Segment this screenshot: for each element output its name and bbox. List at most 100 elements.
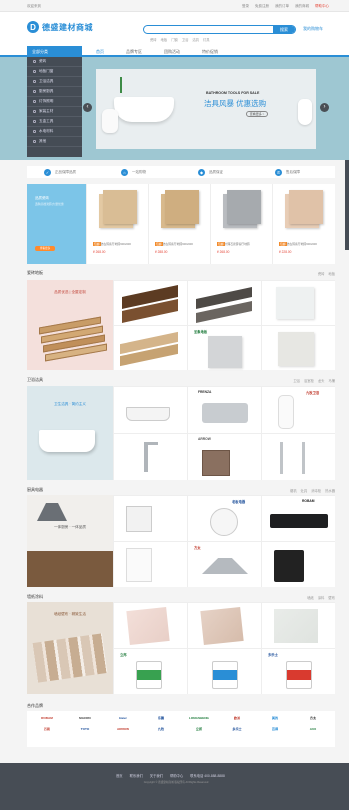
section-link[interactable]: 壁布 [328, 595, 335, 600]
brand-logo[interactable]: TOTO [65, 724, 105, 733]
top-link[interactable]: 我的订单 [275, 4, 289, 9]
nav-link[interactable]: 品牌专区 [126, 49, 142, 55]
promo-card[interactable]: 品质瓷砖 选购高档瓷砖|大量优惠 查看更多 [27, 184, 86, 264]
sidebar-item[interactable]: 瓷砖 [27, 57, 82, 67]
footer-link[interactable]: 帮助中心 [170, 773, 183, 778]
product-cell[interactable] [113, 325, 187, 370]
section-link[interactable]: 涂料 [318, 595, 325, 600]
sidebar-item[interactable]: 家装主材 [27, 107, 82, 117]
section-hero[interactable]: 墙纸壁布 · 精致生活 [27, 602, 113, 694]
product-cell[interactable] [261, 325, 335, 370]
footer-link[interactable]: 联系电话 400-888-8888 [190, 773, 225, 778]
product-cell[interactable] [187, 602, 261, 648]
section-link[interactable]: 地板 [328, 271, 335, 276]
sidebar-item[interactable]: 灯饰照明 [27, 97, 82, 107]
sidebar-item[interactable]: 水电材料 [27, 127, 82, 137]
product-cell[interactable] [187, 280, 261, 325]
top-link[interactable]: 登录 [242, 4, 249, 9]
hot-keyword[interactable]: 洁具 [192, 37, 199, 42]
prev-arrow-icon[interactable]: ‹ [83, 103, 92, 112]
top-link[interactable]: 免费注册 [255, 4, 269, 9]
search-input[interactable]: 搜索 [143, 25, 296, 34]
nav-link[interactable]: 团购活动 [164, 49, 180, 55]
brand-logo[interactable]: ROBAM [27, 713, 67, 722]
product-cell[interactable] [187, 648, 261, 694]
product-cell[interactable] [113, 433, 187, 480]
section-hero[interactable]: 品质优选 | 全屋定制 [27, 280, 113, 370]
brand-logo[interactable]: LONGSHENG [179, 713, 219, 722]
top-link[interactable]: 帮助中心 [315, 4, 329, 9]
banner-button[interactable]: 查看更多 > [246, 111, 268, 117]
section-link[interactable]: 热水器 [325, 488, 335, 493]
hot-keyword[interactable]: 灯具 [203, 37, 210, 42]
brand-logo[interactable]: 立邦 [179, 724, 219, 733]
section-link[interactable]: 马桶 [328, 378, 335, 383]
brand-logo[interactable]: AUX [293, 724, 333, 733]
section-link[interactable]: 墙纸 [307, 595, 314, 600]
product-cell[interactable]: ROBAM [261, 495, 335, 541]
sidebar-item[interactable]: 其他 [27, 137, 82, 147]
brand-logo[interactable]: 多乐士 [217, 724, 257, 733]
sidebar-item[interactable]: 地板门窗 [27, 67, 82, 77]
brand-logo[interactable]: 方太 [293, 713, 333, 722]
section-hero[interactable]: 卫生洁具 · 简约主义 [27, 386, 113, 480]
sidebar-item[interactable]: 五金工具 [27, 117, 82, 127]
brand-logo[interactable]: 欧派 [217, 713, 257, 722]
brand-logo[interactable]: ARROW [103, 724, 143, 733]
product-cell[interactable] [113, 541, 187, 587]
section-link[interactable]: 消毒柜 [311, 488, 321, 493]
hot-keyword[interactable]: 卫浴 [182, 37, 189, 42]
hot-keyword[interactable]: 地板 [161, 37, 168, 42]
product-cell[interactable]: FRENZA [187, 386, 261, 433]
section-hero[interactable]: 一体厨房 · 一体品质 [27, 495, 113, 587]
product-cell[interactable]: 老板电器 [187, 495, 261, 541]
search-button[interactable]: 搜索 [273, 26, 295, 33]
product-card[interactable]: 包邮大理石瓷砖客厅地砖 ¥ 268.00 [210, 184, 270, 264]
product-card[interactable]: 包邮仿古砖客厅地砖600x600 ¥ 228.00 [272, 184, 335, 264]
category-button[interactable]: 全部分类 [27, 46, 82, 57]
product-cell[interactable] [261, 602, 335, 648]
footer-link[interactable]: 关于我们 [150, 773, 163, 778]
product-cell[interactable] [113, 602, 187, 648]
section-link[interactable]: 卫浴 [293, 378, 300, 383]
product-cell[interactable]: 九牧卫浴 [261, 386, 335, 433]
product-cell[interactable]: 多乐士 [261, 648, 335, 694]
section-link[interactable]: 烟机 [290, 488, 297, 493]
product-cell[interactable]: 方太 [187, 541, 261, 587]
logo[interactable]: D 德盛建材商城 [27, 21, 93, 33]
product-cell[interactable] [113, 280, 187, 325]
brand-logo[interactable]: 美的 [255, 713, 295, 722]
product-cell[interactable]: 立邦 [113, 648, 187, 694]
product-card[interactable]: 包邮仿古砖客厅地砖600x600 ¥ 268.00 [86, 184, 146, 264]
footer-link[interactable]: 联系我们 [130, 773, 143, 778]
product-cell[interactable]: 圣象地板 [187, 325, 261, 370]
brand-logo[interactable]: 百得 [255, 724, 295, 733]
product-cell[interactable] [113, 386, 187, 433]
section-link[interactable]: 龙头 [318, 378, 325, 383]
hot-keyword[interactable]: 门窗 [171, 37, 178, 42]
brand-logo[interactable]: Haier [103, 713, 143, 722]
product-card[interactable]: 包邮仿古砖客厅地砖600x600 ¥ 288.00 [148, 184, 208, 264]
footer-link[interactable]: 首页 [116, 773, 123, 778]
sidebar-item[interactable]: 卫浴洁具 [27, 77, 82, 87]
next-arrow-icon[interactable]: › [320, 103, 329, 112]
brand-logo[interactable]: 九牧 [141, 724, 181, 733]
section-link[interactable]: 灶具 [301, 488, 308, 493]
product-cell[interactable] [113, 495, 187, 541]
nav-link[interactable]: 特价促销 [202, 49, 218, 55]
cart-link[interactable]: 我的购物车 [303, 26, 323, 32]
product-cell[interactable]: ARROW [187, 433, 261, 480]
product-cell[interactable] [261, 541, 335, 587]
top-link[interactable]: 我的商城 [295, 4, 309, 9]
brand-logo[interactable]: 东鹏 [141, 713, 181, 722]
section-link[interactable]: 浴室柜 [304, 378, 314, 383]
hot-keyword[interactable]: 瓷砖 [150, 37, 157, 42]
section-link[interactable]: 瓷砖 [318, 271, 325, 276]
nav-link[interactable]: 首页 [96, 49, 104, 55]
brand-logo[interactable]: 万和 [27, 724, 67, 733]
promo-button[interactable]: 查看更多 [35, 246, 55, 251]
product-cell[interactable] [261, 280, 335, 325]
sidebar-item[interactable]: 厨房厨具 [27, 87, 82, 97]
product-cell[interactable] [261, 433, 335, 480]
brand-logo[interactable]: MACRO [65, 713, 105, 722]
